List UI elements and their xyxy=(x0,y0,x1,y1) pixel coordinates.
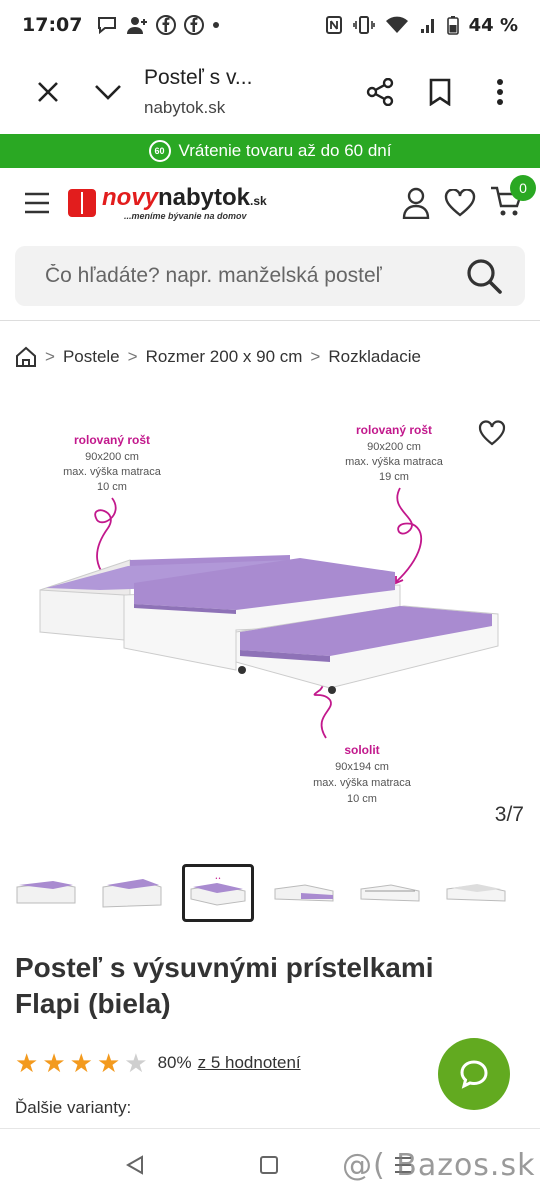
search-icon[interactable] xyxy=(465,257,503,295)
chevron-down-icon xyxy=(95,85,121,100)
annotation-right-height: 19 cm xyxy=(379,471,409,483)
annotation-left-title: rolovaný rošt xyxy=(74,433,150,447)
annotation-bottom-title: sololit xyxy=(344,743,379,757)
share-button[interactable] xyxy=(350,62,410,122)
battery-icon xyxy=(446,16,459,35)
breadcrumb-separator: > xyxy=(310,347,321,366)
breadcrumb-item[interactable]: Postele xyxy=(63,347,120,367)
logo-nabytok: nabytok xyxy=(158,183,251,211)
product-rating: ★ ★ ★ ★ ★ 80% z 5 hodnotení xyxy=(15,1050,301,1076)
promo-text: Vrátenie tovaru až do 60 dní xyxy=(178,141,392,160)
promo-banner[interactable]: 60 Vrátenie tovaru až do 60 dní xyxy=(0,134,540,168)
thumbnail-6[interactable] xyxy=(440,864,512,922)
thumbnail-5[interactable] xyxy=(354,864,426,922)
annotation-right-title: rolovaný rošt xyxy=(356,423,432,437)
annotation-bottom-size: 90x194 cm xyxy=(335,761,389,773)
facebook-icon xyxy=(184,15,205,35)
bookmark-button[interactable] xyxy=(410,62,470,122)
thumbnail-4[interactable] xyxy=(268,864,340,922)
reviews-link[interactable]: z 5 hodnotení xyxy=(198,1053,301,1073)
chat-button[interactable] xyxy=(438,1038,510,1110)
dot-icon xyxy=(213,22,220,28)
bed-illustration xyxy=(39,555,499,694)
site-logo[interactable]: novynabytok.sk ...meníme bývanie na domo… xyxy=(68,183,267,221)
home-square-icon xyxy=(260,1155,278,1174)
star-icon: ★ xyxy=(42,1048,66,1078)
chat-icon xyxy=(460,1060,488,1089)
rating-percent: 80% xyxy=(157,1053,192,1072)
annotation-left-note: max. výška matraca xyxy=(63,466,162,478)
chat-bubble-icon xyxy=(98,17,117,35)
vibrate-icon xyxy=(352,16,375,34)
gallery-pager: 3/7 xyxy=(494,803,524,826)
header-divider xyxy=(0,320,540,321)
add-person-icon xyxy=(127,17,148,34)
nav-home-button[interactable] xyxy=(209,1135,329,1195)
logo-tagline: ...meníme bývanie na domov xyxy=(124,210,247,221)
breadcrumb-separator: > xyxy=(127,347,138,366)
thumbnail-1[interactable] xyxy=(10,864,82,922)
wishlist-heart-icon[interactable] xyxy=(444,189,476,217)
breadcrumb-item[interactable]: Rozmer 200 x 90 cm xyxy=(146,347,303,367)
variants-label: Ďalšie varianty: xyxy=(15,1098,132,1117)
share-icon xyxy=(366,78,394,106)
return-60-icon: 60 xyxy=(148,140,171,162)
annotation-bottom-height: 10 cm xyxy=(347,793,377,805)
annotation-left-size: 90x200 cm xyxy=(85,451,139,463)
annotation-bottom-note: max. výška matraca xyxy=(313,777,412,789)
bazos-watermark: @( Bazos.sk xyxy=(342,1148,536,1183)
annotation-left-height: 10 cm xyxy=(97,481,127,493)
page-title: Posteľ s v... xyxy=(144,66,253,89)
nfc-icon xyxy=(325,16,342,34)
close-icon xyxy=(38,82,58,102)
site-header: novynabytok.sk ...meníme bývanie na domo… xyxy=(0,168,540,238)
account-icon[interactable] xyxy=(402,187,430,219)
status-time: 17:07 xyxy=(22,14,83,36)
browser-toolbar: Posteľ s v... nabytok.sk xyxy=(0,50,540,134)
product-title: Posteľ s výsuvnými prístelkami Flapi (bi… xyxy=(15,952,434,1020)
star-icon: ★ xyxy=(15,1048,39,1078)
cart-button[interactable]: 0 xyxy=(490,174,536,222)
collapse-button[interactable] xyxy=(78,62,138,122)
favorite-heart-icon[interactable] xyxy=(478,420,506,446)
wifi-icon xyxy=(385,16,408,33)
svg-text:• •: • • xyxy=(216,876,221,882)
page-url: nabytok.sk xyxy=(144,98,226,117)
search-input[interactable]: Čo hľadáte? napr. manželská posteľ xyxy=(45,264,465,288)
search-bar[interactable]: Čo hľadáte? napr. manželská posteľ xyxy=(15,246,525,306)
star-icon: ★ xyxy=(69,1048,93,1078)
thumbnail-strip: • • xyxy=(10,862,540,924)
back-triangle-icon xyxy=(125,1154,143,1175)
logo-mark-icon xyxy=(68,189,96,217)
close-tab-button[interactable] xyxy=(18,62,78,122)
annotation-right-note: max. výška matraca xyxy=(345,456,444,468)
star-icon: ★ xyxy=(124,1048,148,1078)
thumbnail-2[interactable] xyxy=(96,864,168,922)
cart-count-badge: 0 xyxy=(510,174,536,201)
logo-novy: novy xyxy=(102,183,159,211)
hamburger-menu-icon[interactable] xyxy=(24,192,50,214)
breadcrumb: > Postele > Rozmer 200 x 90 cm > Rozklad… xyxy=(15,346,421,368)
nav-back-button[interactable] xyxy=(75,1135,195,1195)
page-title-area[interactable]: Posteľ s v... nabytok.sk xyxy=(138,66,350,118)
signal-icon xyxy=(420,19,434,33)
breadcrumb-separator: > xyxy=(45,347,55,366)
facebook-icon xyxy=(156,15,177,35)
more-menu-button[interactable] xyxy=(470,62,530,122)
logo-sk: .sk xyxy=(250,193,267,208)
annotation-right-size: 90x200 cm xyxy=(367,441,421,453)
thumbnail-3-active[interactable]: • • xyxy=(182,864,254,922)
home-icon[interactable] xyxy=(15,346,37,368)
more-icon xyxy=(497,79,503,105)
battery-level: 44 % xyxy=(468,14,518,36)
bookmark-icon xyxy=(429,78,451,106)
star-icon: ★ xyxy=(96,1048,121,1078)
product-main-image[interactable]: rolovaný rošt 90x200 cm max. výška matra… xyxy=(0,400,540,840)
breadcrumb-item[interactable]: Rozkladacie xyxy=(328,347,421,367)
status-bar: 17:07 44 % xyxy=(0,0,540,50)
